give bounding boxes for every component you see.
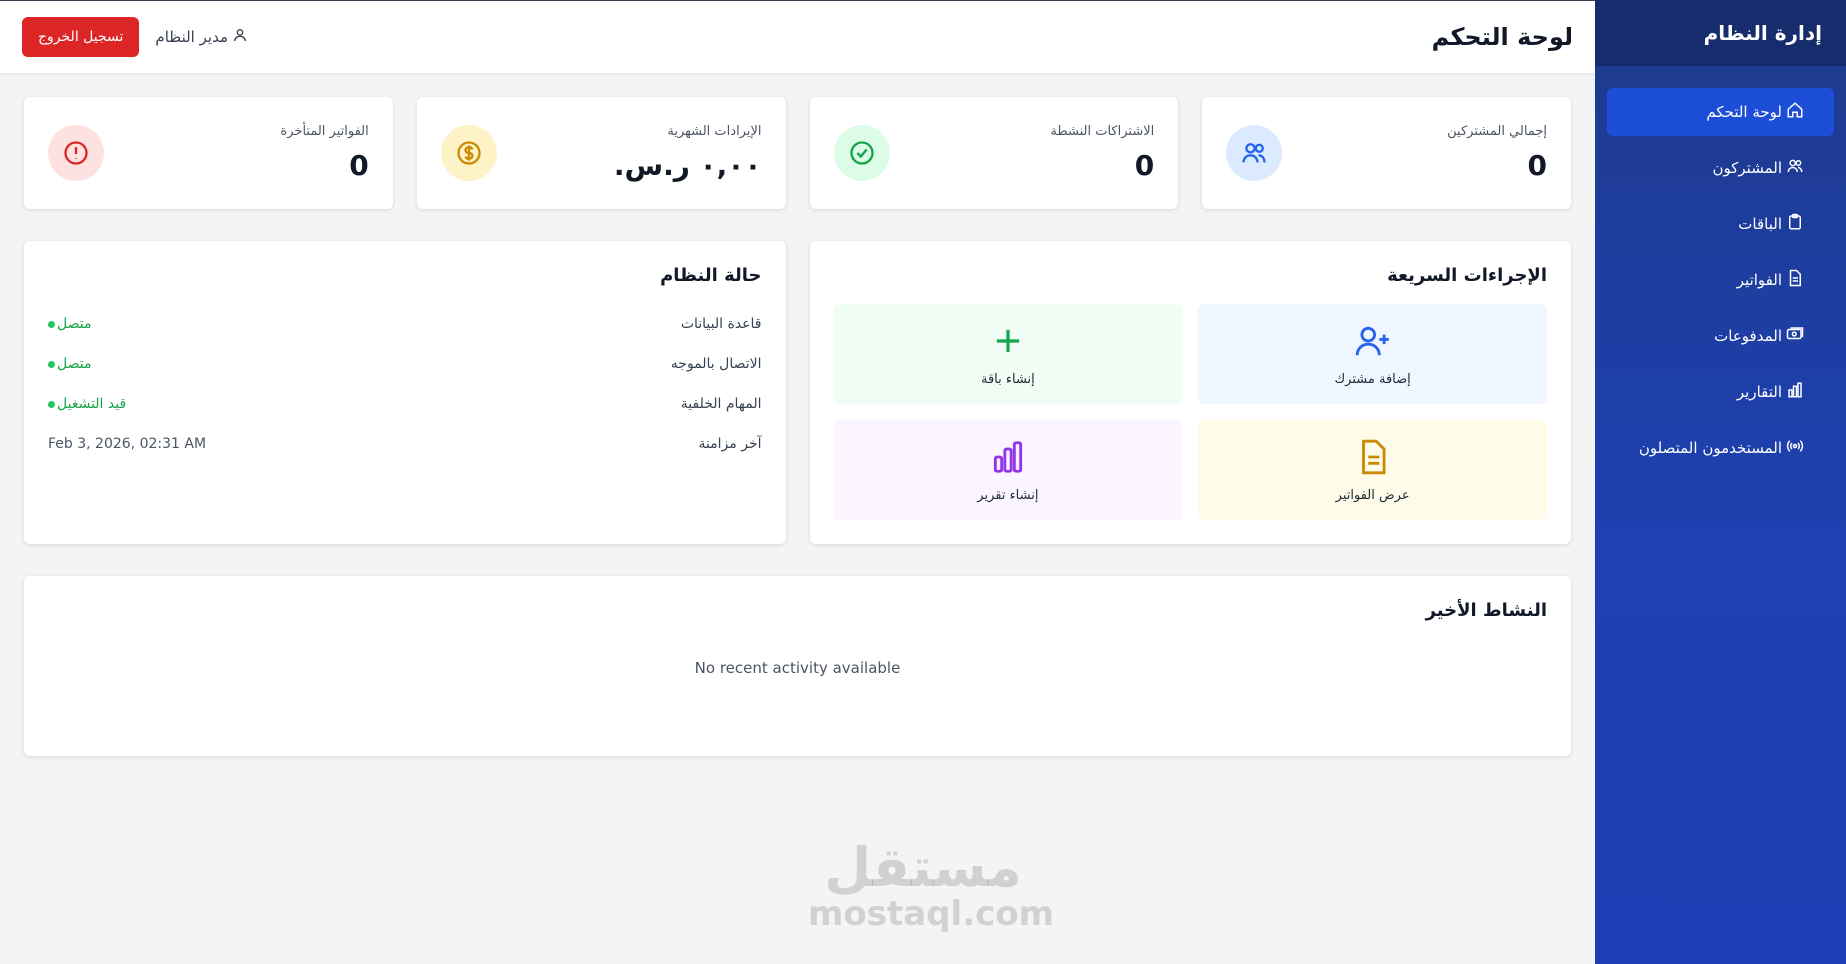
sidebar: إدارة النظام لوحة التحكم المشتركون الباق… (1595, 0, 1846, 964)
sidebar-item-dashboard[interactable]: لوحة التحكم (1607, 88, 1834, 136)
user-icon (232, 27, 248, 47)
status-row-database: قاعدة البيانات متصل (48, 304, 762, 344)
add-subscriber-button[interactable]: إضافة مشترك (1198, 304, 1547, 404)
sidebar-item-reports[interactable]: التقارير (1607, 368, 1834, 416)
topbar: لوحة التحكم مدير النظام تسجيل الخروج (0, 0, 1595, 73)
stat-value: 0 (349, 149, 369, 182)
status-row-router: الاتصال بالموجه متصل (48, 344, 762, 384)
recent-activity-title: النشاط الأخير (1425, 600, 1547, 621)
sidebar-item-invoices[interactable]: الفواتير (1607, 256, 1834, 304)
quick-actions-title: الإجراءات السريعة (1387, 265, 1547, 286)
status-key: المهام الخلفية (680, 396, 762, 412)
status-list: قاعدة البيانات متصل الاتصال بالموجه متصل… (48, 304, 762, 464)
watermark-latin: mostaql.com (808, 894, 1055, 934)
cash-icon (1786, 325, 1804, 347)
clipboard-icon (1786, 213, 1804, 235)
stat-text: الإيرادات الشهرية ٠,٠٠ ر.س. (614, 124, 762, 182)
stat-card-active-subscriptions: الاشتراكات النشطة 0 (809, 97, 1179, 209)
stat-text: الفواتير المتأخرة 0 (280, 124, 368, 182)
document-icon (1354, 438, 1392, 480)
dollar-icon (440, 125, 497, 181)
stat-label: الفواتير المتأخرة (280, 124, 369, 139)
stat-value: 0 (1527, 149, 1547, 182)
chart-icon (1786, 381, 1804, 403)
sidebar-title: إدارة النظام (1703, 21, 1822, 45)
create-package-button[interactable]: إنشاء باقة (833, 304, 1183, 404)
sidebar-item-label: التقارير (1736, 383, 1782, 401)
alert-icon (48, 125, 104, 181)
sidebar-item-payments[interactable]: المدفوعات (1607, 312, 1834, 360)
sidebar-item-online-users[interactable]: المستخدمون المتصلون (1607, 424, 1834, 472)
sidebar-header: إدارة النظام (1595, 0, 1846, 66)
status-value: متصل (48, 316, 91, 332)
users-icon (1226, 125, 1283, 181)
status-row-background-jobs: المهام الخلفية قيد التشغيل (48, 384, 762, 424)
stat-card-overdue-invoices: الفواتير المتأخرة 0 (24, 97, 393, 209)
quick-actions-panel: الإجراءات السريعة إضافة مشترك إنشاء باقة… (809, 241, 1571, 544)
status-dot (48, 360, 55, 368)
quick-actions-grid: إضافة مشترك إنشاء باقة عرض الفواتير إنشا… (833, 304, 1547, 520)
status-key: قاعدة البيانات (680, 316, 762, 332)
status-key: آخر مزامنة (698, 436, 762, 452)
sidebar-item-label: لوحة التحكم (1706, 103, 1782, 121)
watermark-logo: مستقل mostaql.com (808, 836, 1055, 934)
status-text: متصل (57, 316, 92, 332)
stat-label: الاشتراكات النشطة (1050, 124, 1155, 139)
stat-value: 0 (1134, 149, 1155, 182)
sidebar-item-label: المشتركون (1712, 159, 1783, 177)
last-sync-date: Feb 3, 2026, 02:31 AM (48, 436, 207, 452)
quick-action-label: إضافة مشترك (1334, 371, 1411, 387)
quick-action-label: عرض الفواتير (1335, 487, 1410, 503)
sidebar-item-label: الباقات (1738, 215, 1782, 233)
quick-action-label: إنشاء باقة (980, 371, 1035, 387)
empty-activity-message: No recent activity available (694, 659, 901, 677)
page-title: لوحة التحكم (1431, 23, 1573, 51)
stat-value: ٠,٠٠ ر.س. (613, 149, 762, 182)
status-value: قيد التشغيل (48, 396, 126, 412)
status-text: متصل (57, 356, 92, 372)
stat-text: إجمالي المشتركين 0 (1447, 124, 1547, 182)
status-dot (48, 320, 55, 328)
stat-label: إجمالي المشتركين (1447, 124, 1547, 139)
user-menu[interactable]: مدير النظام (155, 27, 248, 47)
stats-row: إجمالي المشتركين 0 الاشتراكات النشطة 0 ا… (24, 97, 1571, 209)
plus-icon (989, 322, 1027, 364)
logout-button[interactable]: تسجيل الخروج (22, 17, 140, 57)
sidebar-item-label: المستخدمون المتصلون (1638, 439, 1782, 457)
middle-row: الإجراءات السريعة إضافة مشترك إنشاء باقة… (24, 241, 1571, 544)
sidebar-nav: لوحة التحكم المشتركون الباقات الفواتير ا… (1595, 66, 1846, 472)
document-icon (1786, 269, 1804, 291)
user-controls: مدير النظام تسجيل الخروج (22, 17, 248, 57)
sidebar-item-label: الفواتير (1736, 271, 1782, 289)
system-status-panel: حالة النظام قاعدة البيانات متصل الاتصال … (24, 241, 786, 544)
system-status-title: حالة النظام (660, 265, 762, 286)
sidebar-item-label: المدفوعات (1714, 327, 1782, 345)
create-report-button[interactable]: إنشاء تقرير (833, 420, 1183, 520)
sidebar-item-packages[interactable]: الباقات (1607, 200, 1834, 248)
status-key: الاتصال بالموجه (670, 356, 762, 372)
main-content: إجمالي المشتركين 0 الاشتراكات النشطة 0 ا… (0, 73, 1595, 780)
quick-action-label: إنشاء تقرير (977, 487, 1039, 503)
status-dot (48, 400, 55, 408)
check-circle-icon (833, 125, 890, 181)
watermark-arabic: مستقل (824, 836, 1022, 899)
stat-card-monthly-revenue: الإيرادات الشهرية ٠,٠٠ ر.س. (416, 97, 786, 209)
recent-activity-panel: النشاط الأخير No recent activity availab… (24, 576, 1571, 756)
broadcast-icon (1786, 437, 1804, 459)
stat-text: الاشتراكات النشطة 0 (1050, 124, 1154, 182)
status-row-last-sync: آخر مزامنة Feb 3, 2026, 02:31 AM (48, 424, 762, 464)
stat-card-total-subscribers: إجمالي المشتركين 0 (1202, 97, 1571, 209)
users-icon (1786, 157, 1804, 179)
chart-icon (989, 438, 1027, 480)
sidebar-item-subscribers[interactable]: المشتركون (1607, 144, 1834, 192)
home-icon (1786, 101, 1804, 123)
user-plus-icon (1354, 322, 1392, 364)
status-text: قيد التشغيل (57, 396, 127, 412)
view-invoices-button[interactable]: عرض الفواتير (1198, 420, 1547, 520)
stat-label: الإيرادات الشهرية (667, 124, 762, 139)
status-value: متصل (48, 356, 91, 372)
user-name: مدير النظام (155, 28, 228, 46)
